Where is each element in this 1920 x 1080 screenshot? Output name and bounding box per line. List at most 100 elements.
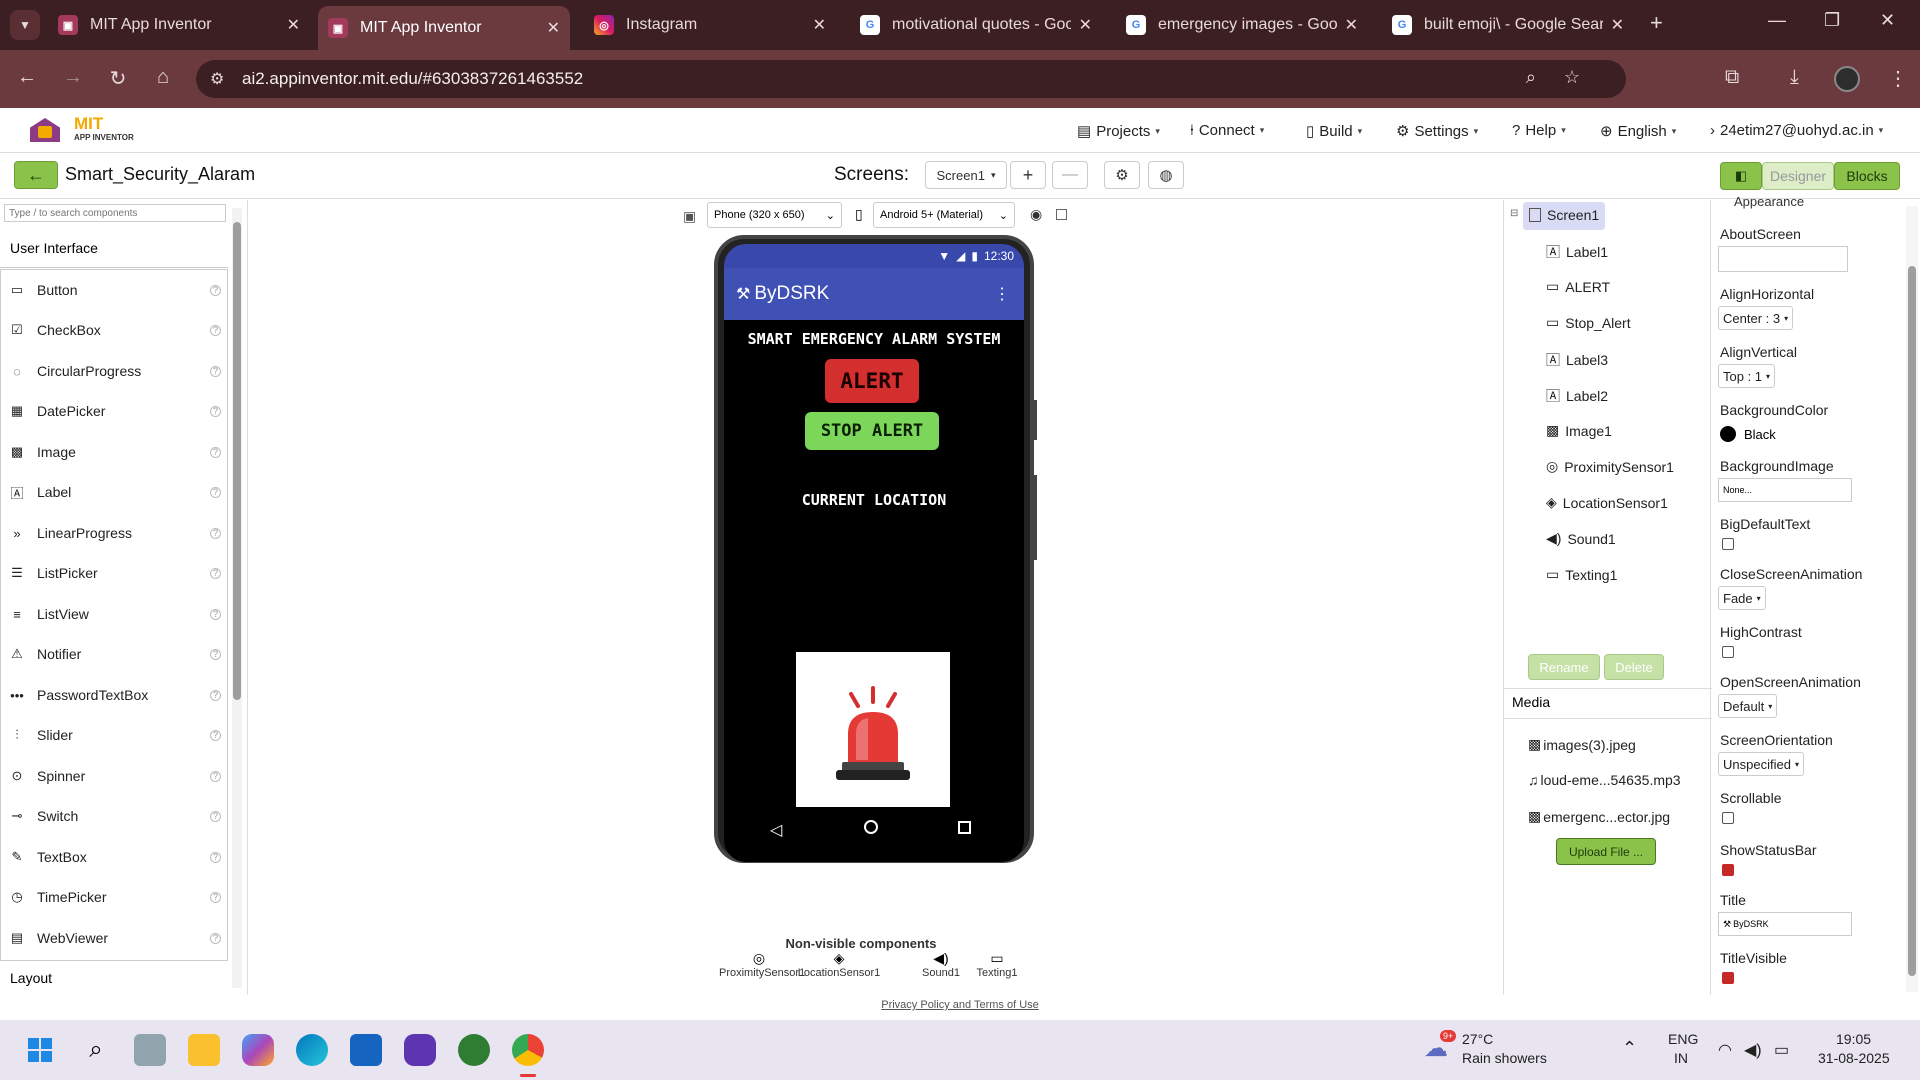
palette-item-textbox[interactable]: ✎ TextBox? — [9, 837, 221, 877]
store-icon[interactable] — [350, 1034, 382, 1066]
tab-close-icon[interactable]: ✕ — [1611, 15, 1624, 35]
menu-help[interactable]: ? Help ▾ — [1512, 122, 1566, 139]
help-icon[interactable]: ? — [210, 729, 221, 741]
nonvisible-texting[interactable]: ▭ Texting1 — [969, 950, 1025, 979]
category-user-interface[interactable]: User Interface — [0, 228, 228, 268]
menu-connect[interactable]: ⍿ Connect ▾ — [1190, 122, 1264, 139]
layout-toggle-button[interactable]: ◧ — [1720, 162, 1762, 190]
tab-instagram[interactable]: ◎ Instagram ✕ — [584, 8, 836, 42]
browser-menu-icon[interactable]: ⋮ — [1888, 66, 1908, 91]
volume-icon[interactable]: ◀) — [1744, 1040, 1762, 1060]
nav-back-icon[interactable]: ◁ — [770, 820, 782, 840]
omnibox[interactable]: ⚙ ai2.appinventor.mit.edu/#6303837261463… — [196, 60, 1626, 98]
screen-select[interactable]: Screen1 ▾ — [925, 161, 1007, 189]
tab-emoji[interactable]: G built emoji\ - Google Searc ✕ — [1382, 8, 1634, 42]
alert-button[interactable]: ALERT — [825, 359, 919, 403]
help-icon[interactable]: ? — [210, 608, 221, 620]
stop-alert-button[interactable]: STOP ALERT — [805, 412, 939, 450]
tab-close-icon[interactable]: ✕ — [287, 15, 300, 35]
restore-icon[interactable]: ❐ — [1824, 10, 1840, 31]
bookmark-star-icon[interactable]: ☆ — [1564, 67, 1580, 88]
scrollbar-thumb[interactable] — [1908, 266, 1916, 976]
menu-build[interactable]: ▯ Build ▾ — [1306, 122, 1362, 141]
tab-emergency[interactable]: G emergency images - Goog ✕ — [1116, 8, 1368, 42]
xbox-icon[interactable] — [458, 1034, 490, 1066]
url-text[interactable]: ai2.appinventor.mit.edu/#630383726146355… — [242, 69, 583, 89]
tree-item-label3[interactable]: 🄰 Label3 — [1546, 350, 1608, 370]
palette-item-listview[interactable]: ≡ ListView? — [9, 594, 221, 634]
add-screen-button[interactable]: + — [1010, 161, 1046, 189]
properties-scrollbar[interactable] — [1906, 206, 1918, 992]
menu-language[interactable]: ⊕ English ▾ — [1600, 122, 1676, 141]
help-icon[interactable]: ? — [210, 284, 221, 296]
tab-quotes[interactable]: G motivational quotes - Goo ✕ — [850, 8, 1102, 42]
nonvisible-sound[interactable]: ◀) Sound1 — [916, 950, 966, 979]
category-layout[interactable]: Layout — [10, 970, 52, 986]
help-icon[interactable]: ? — [210, 851, 221, 863]
tab-close-icon[interactable]: ✕ — [1079, 15, 1092, 35]
help-icon[interactable]: ? — [210, 365, 221, 377]
help-icon[interactable]: ? — [210, 324, 221, 336]
tab-mit-2[interactable]: ▣ MIT App Inventor ✕ — [318, 6, 570, 50]
help-icon[interactable]: ? — [210, 770, 221, 782]
help-icon[interactable]: ? — [210, 932, 221, 944]
palette-item-datepicker[interactable]: ▦ DatePicker? — [9, 391, 221, 431]
download-icon[interactable]: ⤓ — [1790, 66, 1799, 89]
scrollbar-thumb[interactable] — [233, 222, 241, 700]
palette-item-notifier[interactable]: ⚠ Notifier? — [9, 634, 221, 674]
palette-item-listpicker[interactable]: ☰ ListPicker? — [9, 553, 221, 593]
back-icon[interactable]: ← — [12, 66, 42, 89]
new-tab-icon[interactable]: + — [1650, 10, 1663, 36]
palette-item-linearprogress[interactable]: » LinearProgress? — [9, 513, 221, 553]
palette-item-spinner[interactable]: ⊙ Spinner? — [9, 756, 221, 796]
tree-root-screen1[interactable]: Screen1 — [1529, 207, 1599, 223]
designer-button[interactable]: Designer — [1762, 162, 1834, 190]
wifi-icon[interactable]: ◠ — [1718, 1040, 1732, 1060]
privacy-link[interactable]: Privacy Policy and Terms of Use — [860, 999, 1060, 1011]
palette-item-webviewer[interactable]: ▤ WebViewer? — [9, 918, 221, 958]
tree-item-alert[interactable]: ▭ ALERT — [1546, 278, 1610, 295]
tab-mit-1[interactable]: ▣ MIT App Inventor ✕ — [48, 8, 310, 42]
reload-icon[interactable]: ↻ — [103, 66, 133, 91]
palette-item-circularprogress[interactable]: ◌ CircularProgress? — [9, 351, 221, 391]
edge-icon[interactable] — [296, 1034, 328, 1066]
nonvisible-location[interactable]: ◈ LocationSensor1 — [797, 950, 881, 979]
title-input[interactable]: ⚒ ByDSRK — [1718, 912, 1852, 936]
clock-time[interactable]: 19:05 — [1836, 1031, 1871, 1047]
media-item[interactable]: ♫ loud-eme...54635.mp3 — [1528, 772, 1681, 788]
nonvisible-proximity[interactable]: ◎ ProximitySensor1 — [719, 950, 805, 979]
palette-item-checkbox[interactable]: ☑ CheckBox? — [9, 310, 221, 350]
upload-file-button[interactable]: Upload File ... — [1556, 838, 1656, 865]
high-contrast-checkbox[interactable] — [1722, 646, 1734, 658]
tree-item-label1[interactable]: 🄰 Label1 — [1546, 242, 1608, 262]
tree-item-image1[interactable]: ▩ Image1 — [1546, 422, 1612, 439]
project-properties-button[interactable]: ⚙ — [1104, 161, 1140, 189]
device-size-select[interactable]: Phone (320 x 650) ⌄ — [707, 202, 842, 228]
menu-projects[interactable]: ▤ Projects ▾ — [1077, 122, 1160, 141]
align-vertical-select[interactable]: Top : 1 ▾ — [1718, 364, 1776, 388]
tree-item-stop-alert[interactable]: ▭ Stop_Alert — [1546, 314, 1631, 331]
help-icon[interactable]: ? — [210, 567, 221, 579]
tab-close-icon[interactable]: ✕ — [813, 15, 826, 35]
palette-item-switch[interactable]: ⊸ Switch? — [9, 796, 221, 836]
align-horizontal-select[interactable]: Center : 3 ▾ — [1718, 306, 1794, 330]
help-icon[interactable]: ? — [210, 648, 221, 660]
open-anim-select[interactable]: Default ▾ — [1718, 694, 1778, 718]
nav-recents-icon[interactable] — [958, 821, 971, 834]
home-icon[interactable]: ⌂ — [148, 66, 178, 89]
tree-item-label2[interactable]: 🄰 Label2 — [1546, 386, 1608, 406]
overflow-menu-icon[interactable]: ⋮ — [994, 284, 1010, 304]
background-image-input[interactable]: None... — [1718, 478, 1852, 502]
help-icon[interactable]: ? — [210, 486, 221, 498]
battery-icon[interactable]: ▭ — [1774, 1040, 1789, 1060]
help-icon[interactable]: ? — [210, 446, 221, 458]
media-item[interactable]: ▩ images(3).jpeg — [1528, 736, 1636, 753]
copilot-icon[interactable] — [242, 1034, 274, 1066]
file-explorer-icon[interactable] — [188, 1034, 220, 1066]
tablet-size-icon[interactable]: ▣ — [683, 208, 696, 225]
chrome-icon[interactable] — [512, 1034, 544, 1066]
help-icon[interactable]: ? — [210, 891, 221, 903]
nav-home-icon[interactable] — [864, 820, 878, 834]
close-anim-select[interactable]: Fade ▾ — [1718, 586, 1766, 610]
tab-search-button[interactable]: ▼ — [10, 10, 40, 40]
